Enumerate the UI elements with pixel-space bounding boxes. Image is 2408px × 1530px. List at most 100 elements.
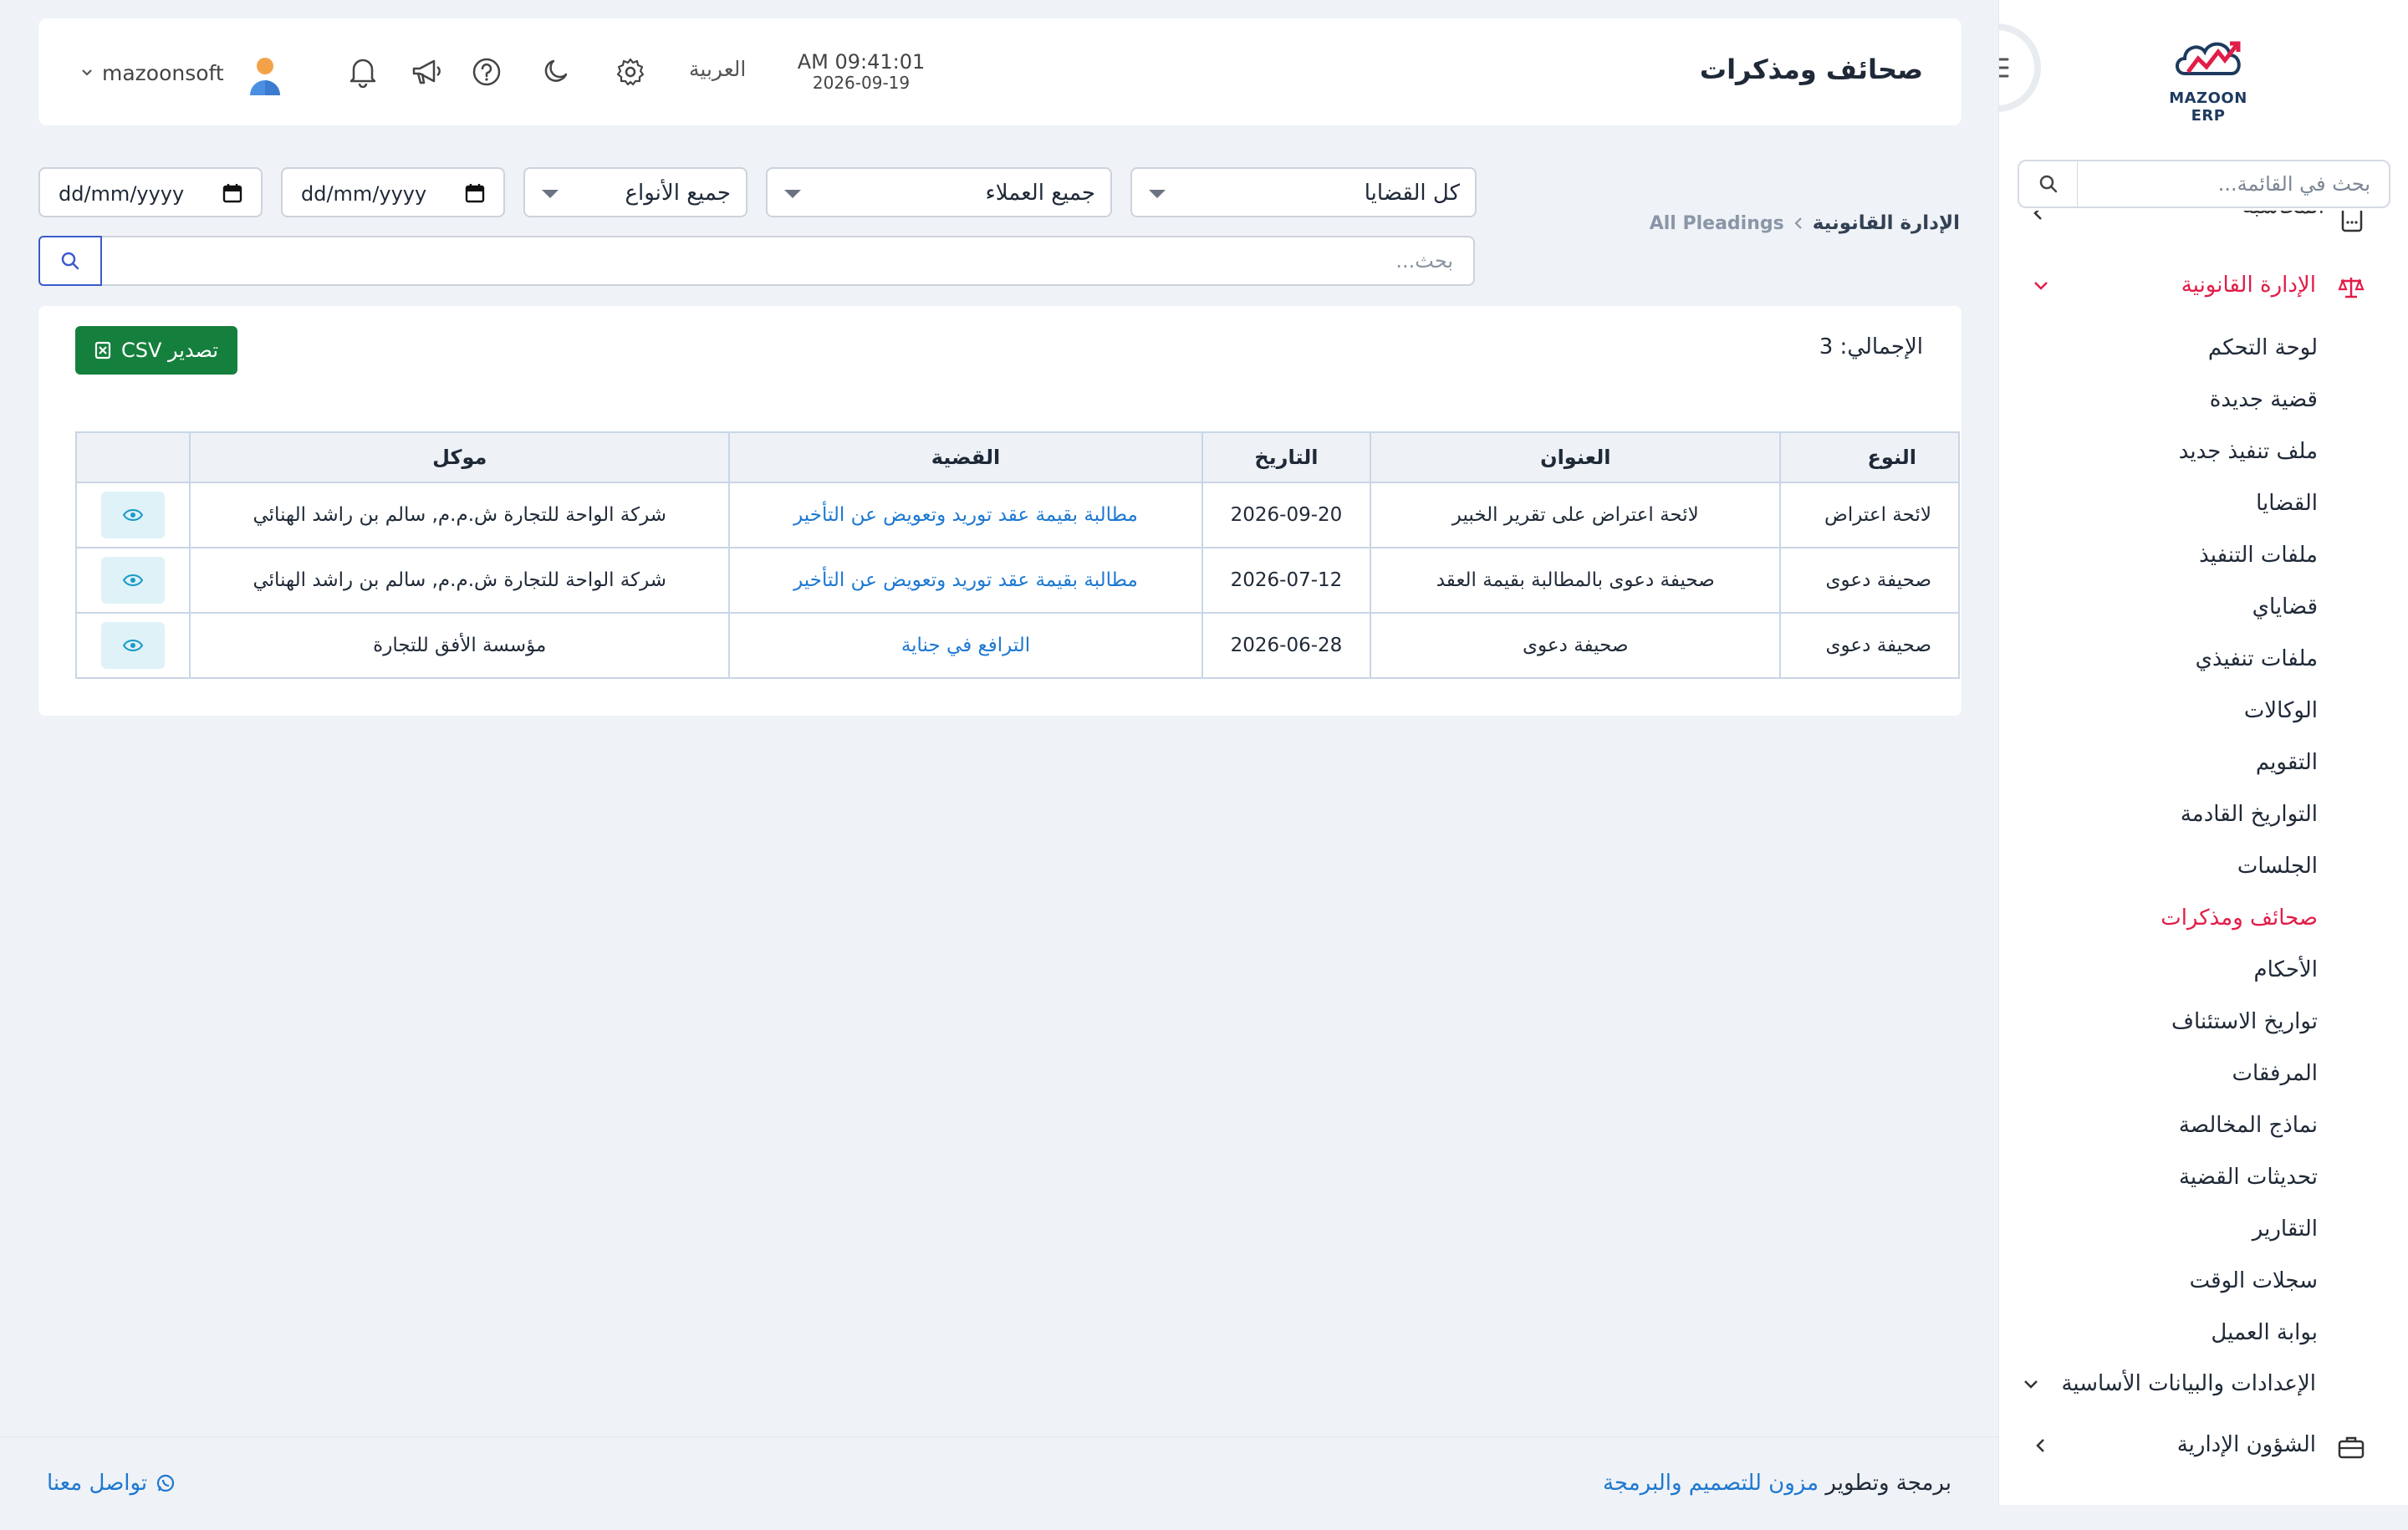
sidebar-toggle-button[interactable] bbox=[1999, 30, 2034, 105]
sidebar-item-attachments[interactable]: المرفقات bbox=[2033, 1057, 2318, 1109]
cell-actions bbox=[74, 612, 191, 679]
sidebar-item-client-portal[interactable]: بوابة العميل bbox=[2033, 1316, 2318, 1368]
clients-filter-select[interactable]: جميع العملاء bbox=[766, 167, 1112, 217]
sidebar-item-cases[interactable]: القضايا bbox=[2033, 487, 2318, 538]
sidebar-section-label: الإدارة القانونية bbox=[2181, 273, 2316, 298]
sidebar-item-upcoming-dates[interactable]: التواريخ القادمة bbox=[2033, 798, 2318, 849]
sidebar-item-hearings[interactable]: الجلسات bbox=[2033, 849, 2318, 901]
sidebar-search-input[interactable] bbox=[2078, 161, 2389, 207]
cell-actions bbox=[74, 547, 191, 614]
notification-bell-icon[interactable] bbox=[344, 54, 381, 90]
column-header-type[interactable]: النوع bbox=[1779, 431, 1960, 483]
cases-filter-select[interactable]: كل القضايا bbox=[1130, 167, 1477, 217]
cell-case-link[interactable]: مطالبة بقيمة عقد توريد وتعويض عن التأخير bbox=[728, 547, 1203, 614]
user-menu[interactable]: mazoonsoft bbox=[80, 52, 224, 94]
menu-icon bbox=[1999, 58, 2009, 78]
dark-mode-icon[interactable] bbox=[537, 54, 574, 90]
column-header-actions bbox=[74, 431, 191, 483]
total-count: الإجمالي: 3 bbox=[1819, 334, 1923, 360]
types-filter-select[interactable]: جميع الأنواع bbox=[523, 167, 747, 217]
caret-down-icon bbox=[1149, 190, 1166, 198]
date-to-input[interactable]: dd/mm/yyyy bbox=[281, 167, 505, 217]
language-switch[interactable]: العربية bbox=[689, 57, 746, 81]
whatsapp-icon bbox=[157, 1474, 175, 1492]
breadcrumb-parent[interactable]: الإدارة القانونية bbox=[1813, 212, 1960, 234]
export-label: تصدير CSV bbox=[120, 339, 219, 362]
top-header: صحائف ومذكرات AM 09:41:01 2026-09-19 الع… bbox=[38, 18, 1962, 125]
cell-case-link[interactable]: الترافع في جناية bbox=[728, 612, 1203, 679]
logo-text: MAZOON ERP bbox=[2169, 89, 2247, 125]
cell-client: شركة الواحة للتجارة ش.م.م, سالم بن راشد … bbox=[189, 482, 731, 548]
column-header-case[interactable]: القضية bbox=[728, 431, 1203, 483]
avatar[interactable] bbox=[247, 55, 283, 97]
sidebar-item-pleadings[interactable]: صحائف ومذكرات bbox=[2033, 901, 2318, 953]
contact-label: تواصل معنا bbox=[47, 1471, 148, 1496]
cell-title: صحيفة دعوى bbox=[1370, 612, 1782, 679]
caret-down-icon bbox=[784, 190, 801, 198]
clock-time: AM 09:41:01 bbox=[797, 50, 926, 74]
search-input[interactable] bbox=[102, 236, 1475, 286]
pleadings-table: النوع العنوان التاريخ القضية موكل لائحة … bbox=[74, 431, 1960, 679]
sidebar-section-label: الإعدادات والبيانات الأساسية bbox=[2061, 1371, 2316, 1396]
sidebar-section-legal[interactable]: الإدارة القانونية bbox=[2030, 269, 2365, 306]
sidebar: MAZOON ERP المحاسبة الإدارة القانونية bbox=[1998, 0, 2408, 1505]
settings-icon[interactable] bbox=[612, 54, 649, 90]
sidebar-item-execution-files[interactable]: ملفات التنفيذ bbox=[2033, 538, 2318, 590]
sidebar-item-case-updates[interactable]: تحديثات القضية bbox=[2033, 1160, 2318, 1212]
sidebar-item-appeal-dates[interactable]: تواريخ الاستئناف bbox=[2033, 1005, 2318, 1057]
sidebar-section-admin[interactable]: الشؤون الإدارية bbox=[2030, 1429, 2365, 1466]
calendar-icon[interactable] bbox=[222, 183, 242, 203]
sidebar-item-power-of-attorney[interactable]: الوكالات bbox=[2033, 694, 2318, 746]
date-from-input[interactable]: dd/mm/yyyy bbox=[38, 167, 263, 217]
chevron-left-icon bbox=[2032, 1437, 2050, 1454]
sidebar-item-dashboard[interactable]: لوحة التحكم bbox=[2033, 331, 2318, 383]
view-button[interactable] bbox=[101, 557, 166, 604]
sidebar-section-label: الشؤون الإدارية bbox=[2176, 1432, 2316, 1457]
date-to-value: dd/mm/yyyy bbox=[301, 182, 427, 206]
sidebar-section-settings[interactable]: الإعدادات والبيانات الأساسية bbox=[2024, 1368, 2365, 1405]
calendar-icon[interactable] bbox=[465, 183, 485, 203]
search-button[interactable] bbox=[38, 236, 102, 286]
sidebar-item-my-execution-files[interactable]: ملفات تنفيذي bbox=[2033, 642, 2318, 694]
column-header-date[interactable]: التاريخ bbox=[1201, 431, 1372, 483]
credit-brand-link[interactable]: مزون للتصميم والبرمجة bbox=[1603, 1471, 1819, 1496]
sidebar-item-time-logs[interactable]: سجلات الوقت bbox=[2033, 1264, 2318, 1316]
table-header-row: النوع العنوان التاريخ القضية موكل bbox=[74, 431, 1960, 483]
search-icon[interactable] bbox=[2019, 161, 2078, 207]
column-header-client[interactable]: موكل bbox=[189, 431, 731, 483]
sidebar-item-accounting[interactable]: المحاسبة bbox=[2030, 211, 2365, 236]
help-icon[interactable] bbox=[468, 54, 505, 90]
sidebar-search bbox=[2018, 160, 2390, 208]
breadcrumb-current: All Pleadings bbox=[1649, 212, 1784, 234]
view-button[interactable] bbox=[101, 622, 166, 669]
cell-client: مؤسسة الأفق للتجارة bbox=[189, 612, 731, 679]
pleadings-card: الإجمالي: 3 تصدير CSV النوع العنوان التا… bbox=[38, 306, 1962, 716]
column-header-title[interactable]: العنوان bbox=[1370, 431, 1782, 483]
sidebar-item-calendar[interactable]: التقويم bbox=[2033, 746, 2318, 798]
sidebar-item-judgments[interactable]: الأحكام bbox=[2033, 953, 2318, 1005]
clock: AM 09:41:01 2026-09-19 bbox=[794, 50, 928, 92]
chevron-left-icon bbox=[1793, 217, 1804, 230]
view-button[interactable] bbox=[101, 492, 166, 538]
cell-type: صحيفة دعوى bbox=[1779, 547, 1960, 614]
cell-case-link[interactable]: مطالبة بقيمة عقد توريد وتعويض عن التأخير bbox=[728, 482, 1203, 548]
contact-us-link[interactable]: تواصل معنا bbox=[47, 1471, 176, 1496]
cell-actions bbox=[74, 482, 191, 548]
table-row: لائحة اعتراض لائحة اعتراض على تقرير الخب… bbox=[74, 482, 1960, 548]
export-csv-button[interactable]: تصدير CSV bbox=[75, 326, 237, 375]
cell-type: صحيفة دعوى bbox=[1779, 612, 1960, 679]
sidebar-item-reports[interactable]: التقارير bbox=[2033, 1212, 2318, 1264]
sidebar-item-clearance-forms[interactable]: نماذج المخالصة bbox=[2033, 1109, 2318, 1160]
sidebar-item-my-cases[interactable]: قضاياي bbox=[2033, 590, 2318, 642]
announcement-icon[interactable] bbox=[408, 54, 445, 90]
sidebar-item-new-execution-file[interactable]: ملف تنفيذ جديد bbox=[2033, 435, 2318, 487]
footer: برمجة وتطوير مزون للتصميم والبرمجة تواصل… bbox=[0, 1436, 1998, 1530]
sidebar-item-new-case[interactable]: قضية جديدة bbox=[2033, 383, 2318, 435]
user-name: mazoonsoft bbox=[102, 60, 224, 85]
cell-title: صحيفة دعوى بالمطالبة بقيمة العقد bbox=[1370, 547, 1782, 614]
page-title: صحائف ومذكرات bbox=[1699, 54, 1923, 85]
cell-client: شركة الواحة للتجارة ش.م.م, سالم بن راشد … bbox=[189, 547, 731, 614]
mazoon-logo[interactable]: MAZOON ERP bbox=[2150, 33, 2267, 125]
chevron-down-icon bbox=[2022, 1376, 2040, 1393]
credit-prefix: برمجة وتطوير bbox=[1825, 1471, 1951, 1496]
